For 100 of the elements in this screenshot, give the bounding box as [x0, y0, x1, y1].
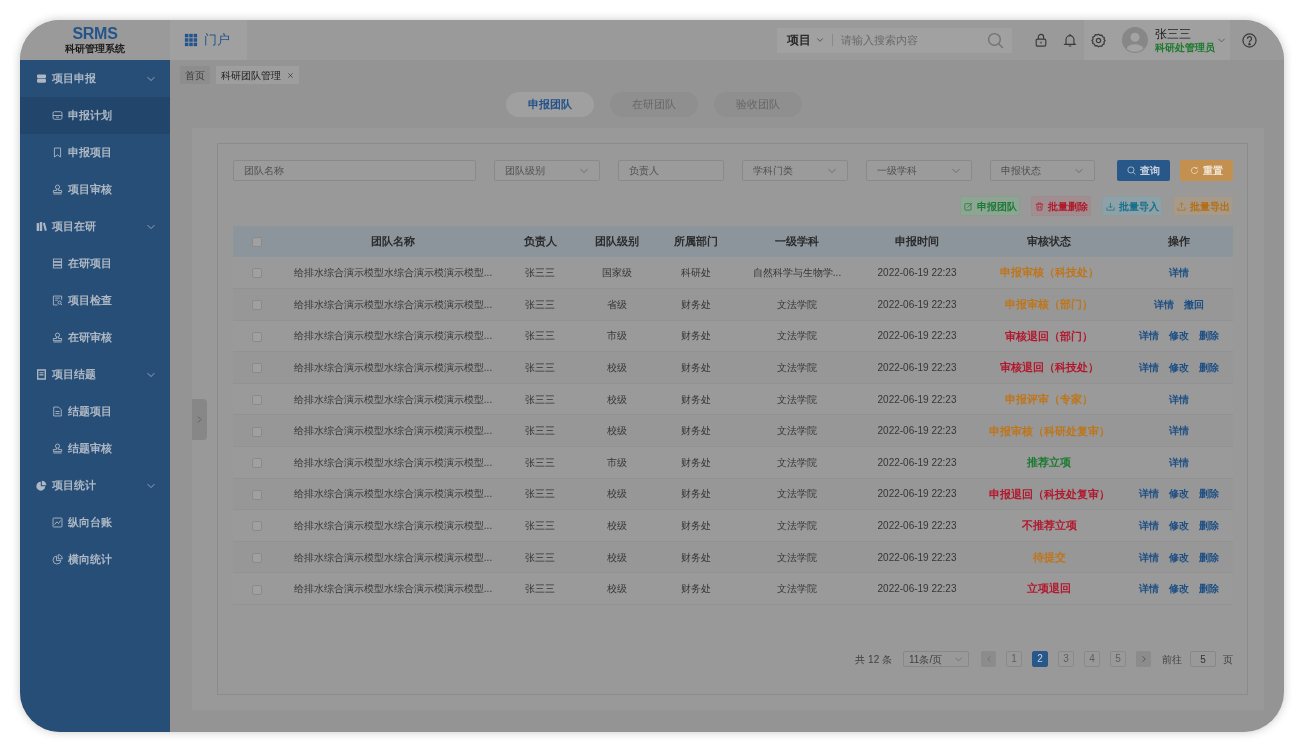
table-cell: 财务处 — [659, 383, 733, 415]
table-cell: 给排水综合演示模型水综合演示模演示模型... — [281, 446, 505, 479]
column-header: 团队级别 — [575, 226, 659, 257]
table-cell: 财务处 — [659, 414, 733, 447]
nav-item[interactable]: 横向统计 — [20, 541, 170, 578]
page-button[interactable]: 2 — [1032, 651, 1048, 668]
table-cell: 张三三 — [505, 446, 575, 479]
filter-select[interactable]: 学科门类 — [742, 160, 848, 181]
action-link[interactable]: 详情 — [1139, 583, 1159, 595]
table-cell: 给排水综合演示模型水综合演示模演示模型... — [281, 572, 505, 605]
filter-field[interactable]: 团队名称 — [233, 160, 476, 181]
table-cell: 财务处 — [659, 446, 733, 479]
notification-bell-icon[interactable] — [1063, 33, 1077, 47]
total-count: 共 12 条 — [855, 652, 892, 667]
toolbar-button[interactable]: 批量导入 — [1102, 196, 1162, 216]
nav-item[interactable]: 在研审核 — [20, 319, 170, 356]
portal-tab[interactable]: 门户 — [170, 20, 247, 60]
toolbar-button[interactable]: 申报团队 — [960, 196, 1020, 216]
system-name: 科研管理系统 — [65, 43, 125, 55]
action-link[interactable]: 删除 — [1199, 330, 1219, 342]
scope-dropdown[interactable]: 项目 — [787, 31, 824, 49]
nav-item[interactable]: 纵向台账 — [20, 504, 170, 541]
action-link[interactable]: 详情 — [1139, 330, 1159, 342]
open-tab[interactable]: 首页 — [180, 66, 210, 84]
bookmark-icon — [52, 147, 63, 158]
action-link[interactable]: 修改 — [1169, 551, 1189, 563]
table-cell: 张三三 — [505, 351, 575, 384]
action-link[interactable]: 撤回 — [1184, 298, 1204, 310]
help-icon[interactable] — [1242, 32, 1257, 48]
action-link[interactable]: 修改 — [1169, 488, 1189, 500]
nav-group[interactable]: 项目在研 — [20, 208, 170, 245]
close-icon[interactable] — [287, 71, 294, 79]
action-link[interactable]: 详情 — [1139, 551, 1159, 563]
action-link[interactable]: 修改 — [1169, 583, 1189, 595]
filter-button[interactable]: 重置 — [1180, 160, 1233, 181]
table-cell: 给排水综合演示模型水综合演示模演示模型... — [281, 509, 505, 542]
action-link[interactable]: 修改 — [1169, 330, 1189, 342]
filter-field[interactable]: 负责人 — [618, 160, 724, 181]
table-cell: 校级 — [575, 509, 659, 542]
settings-button[interactable] — [1084, 20, 1112, 60]
table-cell: 文法学院 — [733, 351, 861, 384]
line-chart-icon — [52, 517, 63, 528]
nav-group[interactable]: 项目统计 — [20, 467, 170, 504]
page-button[interactable]: 4 — [1084, 651, 1100, 668]
next-page-button[interactable] — [1136, 651, 1151, 668]
action-link[interactable]: 详情 — [1169, 425, 1189, 437]
table-cell: 文法学院 — [733, 509, 861, 542]
document-icon — [36, 369, 47, 380]
nav-item[interactable]: 在研项目 — [20, 245, 170, 282]
table-cell: 文法学院 — [733, 478, 861, 510]
action-link[interactable]: 详情 — [1139, 362, 1159, 374]
filter-select[interactable]: 团队级别 — [494, 160, 600, 181]
table-cell: 张三三 — [505, 509, 575, 542]
page-size-select[interactable]: 11条/页 — [903, 651, 969, 668]
status-text: 申报审核（部门） — [1005, 298, 1093, 311]
table-cell: 张三三 — [505, 478, 575, 510]
page-button[interactable]: 3 — [1058, 651, 1074, 668]
action-link[interactable]: 详情 — [1139, 488, 1159, 500]
action-link[interactable]: 详情 — [1169, 393, 1189, 405]
lock-icon[interactable] — [1034, 33, 1048, 47]
action-link[interactable]: 修改 — [1169, 362, 1189, 374]
action-link[interactable]: 删除 — [1199, 362, 1219, 374]
collapse-handle[interactable] — [192, 399, 207, 440]
search-icon — [1127, 166, 1136, 175]
table-cell: 2022-06-19 22:23 — [861, 541, 973, 573]
search-icon[interactable] — [987, 31, 1004, 49]
action-link[interactable]: 详情 — [1169, 267, 1189, 279]
nav-item[interactable]: 项目检查 — [20, 282, 170, 319]
nav-item[interactable]: 结题审核 — [20, 430, 170, 467]
table-cell: 文法学院 — [733, 383, 861, 415]
table-cell: 张三三 — [505, 288, 575, 321]
action-link[interactable]: 详情 — [1169, 456, 1189, 468]
filter-select[interactable]: 申报状态 — [990, 160, 1095, 181]
table-cell: 国家级 — [575, 257, 659, 289]
list-icon — [52, 258, 63, 269]
nav-item[interactable]: 项目审核 — [20, 171, 170, 208]
nav-item[interactable]: 申报计划 — [20, 97, 170, 134]
nav-group[interactable]: 项目申报 — [20, 60, 170, 97]
nav-group[interactable]: 项目结题 — [20, 356, 170, 393]
page-input[interactable]: 5 — [1190, 651, 1216, 668]
user-menu[interactable]: 张三三 科研处管理员 — [1112, 20, 1230, 60]
action-link[interactable]: 删除 — [1199, 583, 1219, 595]
table-cell: 科研处 — [659, 257, 733, 289]
filter-button[interactable]: 查询 — [1117, 160, 1170, 181]
tab[interactable]: 申报团队 — [506, 92, 594, 117]
table-cell: 给排水综合演示模型水综合演示模演示模型... — [281, 383, 505, 415]
action-link[interactable]: 删除 — [1199, 520, 1219, 532]
nav-item[interactable]: 申报项目 — [20, 134, 170, 171]
open-tab[interactable]: 科研团队管理 — [216, 66, 299, 84]
action-link[interactable]: 删除 — [1199, 551, 1219, 563]
table-cell: 2022-06-19 22:23 — [861, 288, 973, 321]
action-link[interactable]: 修改 — [1169, 520, 1189, 532]
toolbar-button[interactable]: 批量删除 — [1031, 196, 1091, 216]
goto-label: 前往 — [1162, 652, 1182, 667]
table-cell: 文法学院 — [733, 288, 861, 321]
action-link[interactable]: 详情 — [1139, 520, 1159, 532]
action-link[interactable]: 详情 — [1154, 298, 1174, 310]
status-text: 待提交 — [1032, 550, 1066, 563]
nav-item[interactable]: 结题项目 — [20, 393, 170, 430]
action-link[interactable]: 删除 — [1199, 488, 1219, 500]
